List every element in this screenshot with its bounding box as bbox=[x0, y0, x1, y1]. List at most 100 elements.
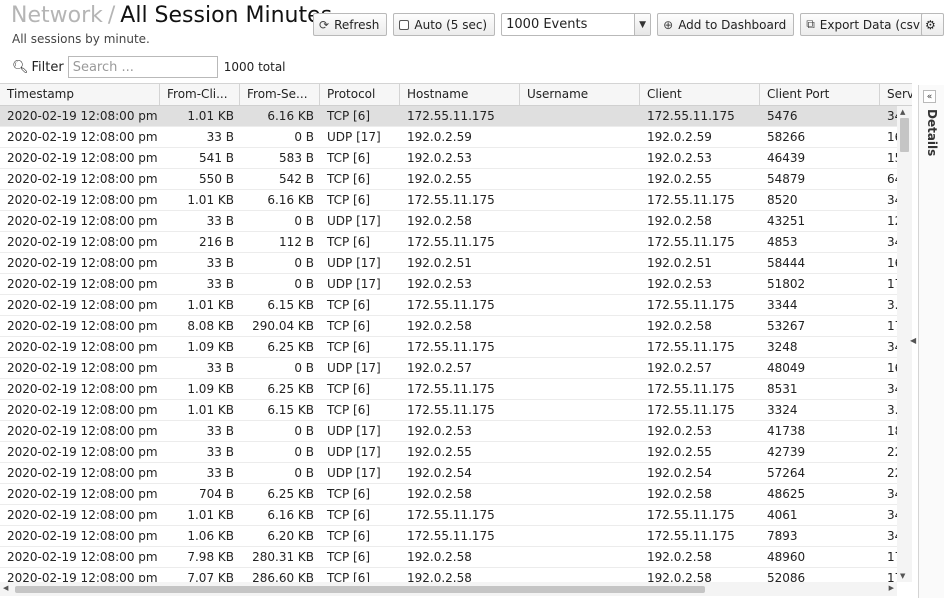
table-cell: 6.16 KB bbox=[267, 508, 314, 522]
scroll-left-icon[interactable]: ◀ bbox=[3, 584, 8, 592]
search-input[interactable] bbox=[67, 56, 218, 78]
table-cell: 172.55.11.175 bbox=[407, 403, 495, 417]
table-cell: 41738 bbox=[767, 424, 806, 438]
table-row[interactable]: 2020-02-19 12:08:00 pm 216 B 112 B TCP [6] 1… bbox=[0, 232, 912, 253]
table-cell: 4853 bbox=[767, 235, 798, 249]
table-cell: 33 B bbox=[206, 445, 234, 459]
table-cell: 192.0.2.54 bbox=[647, 466, 712, 480]
vertical-scroll-thumb[interactable] bbox=[900, 118, 909, 152]
add-to-dashboard-button[interactable]: ⊕ Add to Dashboard bbox=[657, 13, 795, 36]
column-header[interactable]: Serv bbox=[880, 84, 912, 105]
table-row[interactable]: 2020-02-19 12:08:00 pm 1.01 KB 6.15 KB TCP … bbox=[0, 295, 912, 316]
table-cell: 172.55.11.175 bbox=[647, 235, 735, 249]
table-cell: 172.55.11.175 bbox=[407, 235, 495, 249]
table-row[interactable]: 2020-02-19 12:08:00 pm 541 B 583 B TCP [6] 1… bbox=[0, 148, 912, 169]
table-cell: 0 B bbox=[294, 277, 314, 291]
table-cell bbox=[520, 337, 640, 357]
settings-button[interactable]: ⚙ bbox=[921, 13, 944, 36]
table-cell bbox=[520, 526, 640, 546]
scroll-right-icon[interactable]: ▶ bbox=[889, 584, 894, 592]
auto-refresh-toggle[interactable]: Auto (5 sec) bbox=[393, 13, 496, 36]
table-cell: 2020-02-19 12:08:00 pm bbox=[7, 382, 158, 396]
column-header[interactable]: Client Port bbox=[760, 84, 880, 105]
table-cell: 192.0.2.59 bbox=[647, 130, 712, 144]
chevron-down-icon[interactable]: ▼ bbox=[634, 14, 651, 35]
column-header[interactable]: From-Cli... bbox=[160, 84, 240, 105]
column-header[interactable]: Timestamp bbox=[0, 84, 160, 105]
table-cell: 192.0.2.58 bbox=[647, 319, 712, 333]
export-data-button[interactable]: ⧉ Export Data (csv) bbox=[800, 13, 933, 36]
table-cell: 550 B bbox=[199, 172, 234, 186]
column-header[interactable]: Hostname bbox=[400, 84, 520, 105]
table-cell: UDP [17] bbox=[327, 130, 381, 144]
table-cell: 192.0.2.58 bbox=[647, 571, 712, 582]
table-cell bbox=[520, 505, 640, 525]
scroll-down-icon[interactable]: ▼ bbox=[900, 572, 905, 580]
table-row[interactable]: 2020-02-19 12:08:00 pm 7.98 KB 280.31 KB TC… bbox=[0, 547, 912, 568]
column-header[interactable]: From-Se... bbox=[240, 84, 320, 105]
table-cell: 1.01 KB bbox=[187, 508, 234, 522]
table-cell bbox=[520, 568, 640, 582]
table-cell: 192.0.2.53 bbox=[407, 424, 472, 438]
table-row[interactable]: 2020-02-19 12:08:00 pm 7.07 KB 286.60 KB TC… bbox=[0, 568, 912, 582]
scroll-up-icon[interactable]: ▲ bbox=[900, 108, 905, 116]
table-cell: 192.0.2.58 bbox=[647, 487, 712, 501]
table-row[interactable]: 2020-02-19 12:08:00 pm 33 B 0 B UDP [17] 192… bbox=[0, 442, 912, 463]
table-cell: 6.16 KB bbox=[267, 109, 314, 123]
table-row[interactable]: 2020-02-19 12:08:00 pm 1.01 KB 6.15 KB TCP … bbox=[0, 400, 912, 421]
table-row[interactable]: 2020-02-19 12:08:00 pm 33 B 0 B UDP [17] 192… bbox=[0, 253, 912, 274]
table-row[interactable]: 2020-02-19 12:08:00 pm 8.08 KB 290.04 KB TC… bbox=[0, 316, 912, 337]
panel-splitter-icon[interactable]: ◀ bbox=[910, 336, 916, 345]
table-cell: 6.25 KB bbox=[267, 487, 314, 501]
table-cell: 192.0.2.53 bbox=[647, 151, 712, 165]
table-cell: 192.0.2.53 bbox=[407, 277, 472, 291]
table-row[interactable]: 2020-02-19 12:08:00 pm 33 B 0 B UDP [17] 192… bbox=[0, 274, 912, 295]
table-cell: 192.0.2.58 bbox=[407, 214, 472, 228]
table-row[interactable]: 2020-02-19 12:08:00 pm 1.01 KB 6.16 KB TCP … bbox=[0, 106, 912, 127]
table-cell bbox=[520, 400, 640, 420]
double-chevron-left-icon[interactable]: « bbox=[923, 90, 936, 103]
column-header[interactable]: Protocol bbox=[320, 84, 400, 105]
breadcrumb-parent[interactable]: Network bbox=[11, 3, 103, 28]
table-row[interactable]: 2020-02-19 12:08:00 pm 33 B 0 B UDP [17] 192… bbox=[0, 463, 912, 484]
events-count-select[interactable]: 1000 Events ▼ bbox=[501, 13, 652, 36]
horizontal-scrollbar[interactable]: ◀ ▶ bbox=[0, 582, 897, 596]
auto-refresh-checkbox[interactable] bbox=[399, 19, 410, 30]
table-row[interactable]: 2020-02-19 12:08:00 pm 33 B 0 B UDP [17] 192… bbox=[0, 421, 912, 442]
table-cell: TCP [6] bbox=[327, 571, 371, 582]
table-cell: 192.0.2.57 bbox=[407, 361, 472, 375]
table-row[interactable]: 2020-02-19 12:08:00 pm 33 B 0 B UDP [17] 192… bbox=[0, 358, 912, 379]
table-cell: TCP [6] bbox=[327, 235, 371, 249]
column-header[interactable]: Client bbox=[640, 84, 760, 105]
table-row[interactable]: 2020-02-19 12:08:00 pm 33 B 0 B UDP [17] 192… bbox=[0, 211, 912, 232]
table-row[interactable]: 2020-02-19 12:08:00 pm 33 B 0 B UDP [17] 192… bbox=[0, 127, 912, 148]
table-row[interactable]: 2020-02-19 12:08:00 pm 1.09 KB 6.25 KB TCP … bbox=[0, 379, 912, 400]
table-cell: 57264 bbox=[767, 466, 806, 480]
table-cell: TCP [6] bbox=[327, 340, 371, 354]
table-cell: 7893 bbox=[767, 529, 798, 543]
table-row[interactable]: 2020-02-19 12:08:00 pm 550 B 542 B TCP [6] 1… bbox=[0, 169, 912, 190]
refresh-button[interactable]: ⟳ Refresh bbox=[313, 13, 388, 36]
table-cell: 172.55.11.175 bbox=[407, 340, 495, 354]
table-row[interactable]: 2020-02-19 12:08:00 pm 1.01 KB 6.16 KB TCP … bbox=[0, 190, 912, 211]
table-cell: 2020-02-19 12:08:00 pm bbox=[7, 508, 158, 522]
table-row[interactable]: 2020-02-19 12:08:00 pm 1.09 KB 6.25 KB TCP … bbox=[0, 337, 912, 358]
table-cell: TCP [6] bbox=[327, 403, 371, 417]
table-row[interactable]: 2020-02-19 12:08:00 pm 1.01 KB 6.16 KB TCP … bbox=[0, 505, 912, 526]
table-row[interactable]: 2020-02-19 12:08:00 pm 704 B 6.25 KB TCP [6… bbox=[0, 484, 912, 505]
table-cell: 8520 bbox=[767, 193, 798, 207]
table-row[interactable]: 2020-02-19 12:08:00 pm 1.06 KB 6.20 KB TCP … bbox=[0, 526, 912, 547]
table-cell: 192.0.2.55 bbox=[647, 172, 712, 186]
auto-refresh-label: Auto (5 sec) bbox=[414, 17, 488, 32]
table-cell: 172.55.11.175 bbox=[647, 193, 735, 207]
horizontal-scroll-thumb[interactable] bbox=[15, 586, 705, 593]
details-panel-label[interactable]: Details bbox=[925, 109, 939, 156]
table-cell: TCP [6] bbox=[327, 172, 371, 186]
table-cell bbox=[520, 547, 640, 567]
details-panel[interactable]: « Details bbox=[918, 85, 944, 598]
table-cell: 172.55.11.175 bbox=[407, 529, 495, 543]
table-cell: 172.55.11.175 bbox=[647, 340, 735, 354]
table-cell: UDP [17] bbox=[327, 466, 381, 480]
column-header[interactable]: Username bbox=[520, 84, 640, 105]
refresh-icon: ⟳ bbox=[319, 17, 330, 32]
